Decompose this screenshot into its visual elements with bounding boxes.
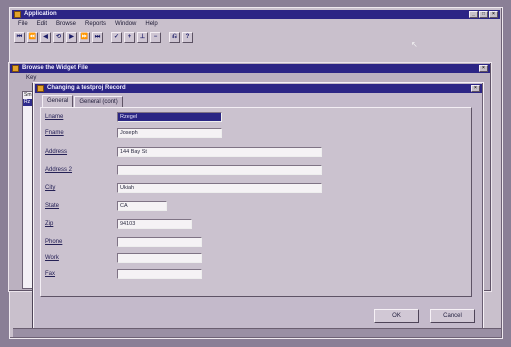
zip-field[interactable]: 94103	[117, 219, 192, 229]
menu-browse[interactable]: Browse	[56, 20, 76, 29]
last-record-button[interactable]: ⏭	[92, 32, 103, 43]
browse-title-bar[interactable]: Browse the Widget File ×	[10, 64, 490, 73]
lname-field[interactable]: Rzegel	[117, 112, 222, 122]
status-bar	[13, 328, 501, 337]
page-up-button[interactable]: ⏪	[27, 32, 38, 43]
change-button[interactable]: ⊥	[137, 32, 148, 43]
ok-button[interactable]: OK	[374, 309, 419, 323]
previous-record-button[interactable]: ◀	[40, 32, 51, 43]
work-field[interactable]	[117, 253, 202, 263]
change-record-dialog: Changing a testproj Record × General Gen…	[33, 82, 484, 330]
fname-field[interactable]: Joseph	[117, 128, 222, 138]
app-title: Application	[24, 11, 57, 17]
next-record-button[interactable]: ▶	[66, 32, 77, 43]
app-title-bar[interactable]: Application _ □ ×	[12, 10, 500, 19]
address2-label: Address 2	[45, 167, 73, 173]
menu-reports[interactable]: Reports	[85, 20, 106, 29]
browse-window-icon	[12, 65, 19, 72]
select-button[interactable]: ✓	[111, 32, 122, 43]
menu-bar: File Edit Browse Reports Window Help	[14, 20, 498, 29]
first-record-button[interactable]: ⏮	[14, 32, 25, 43]
dialog-close-button[interactable]: ×	[471, 85, 480, 92]
fname-label: Fname	[45, 130, 64, 136]
browse-close-button[interactable]: ×	[479, 65, 488, 72]
zip-label: Zip	[45, 221, 54, 227]
phone-field[interactable]	[117, 237, 202, 247]
locate-button[interactable]: ⟲	[53, 32, 64, 43]
menu-edit[interactable]: Edit	[37, 20, 47, 29]
city-field[interactable]: Ukiah	[117, 183, 322, 193]
cancel-button[interactable]: Cancel	[430, 309, 475, 323]
app-icon	[14, 11, 21, 18]
general-tab-panel: Lname Rzegel Fname Joseph Address 144 Ba…	[40, 107, 472, 297]
toolbar: ⏮ ⏪ ◀ ⟲ ▶ ⏩ ⏭ ✓ + ⊥ − ⎌ ?	[14, 31, 193, 44]
address-label: Address	[45, 149, 68, 155]
work-label: Work	[45, 255, 59, 261]
dialog-title: Changing a testproj Record	[47, 85, 126, 91]
menu-help[interactable]: Help	[145, 20, 157, 29]
city-label: City	[45, 185, 56, 191]
lname-label: Lname	[45, 114, 64, 120]
dialog-title-bar[interactable]: Changing a testproj Record ×	[35, 84, 482, 93]
address-field[interactable]: 144 Bay St	[117, 147, 322, 157]
delete-button[interactable]: −	[150, 32, 161, 43]
state-field[interactable]: CA	[117, 201, 167, 211]
browse-title: Browse the Widget File	[22, 65, 88, 71]
menu-file[interactable]: File	[18, 20, 28, 29]
dialog-tabs: General General (cont)	[42, 95, 124, 107]
page-down-button[interactable]: ⏩	[79, 32, 90, 43]
minimize-button[interactable]: _	[469, 11, 478, 18]
mouse-cursor-icon: ↖	[411, 40, 418, 49]
history-button[interactable]: ⎌	[169, 32, 180, 43]
fax-field[interactable]	[117, 269, 202, 279]
state-label: State	[45, 203, 60, 209]
dialog-icon	[37, 85, 44, 92]
address2-field[interactable]	[117, 165, 322, 175]
tab-general[interactable]: General	[42, 95, 74, 107]
fax-label: Fax	[45, 271, 56, 277]
help-button[interactable]: ?	[182, 32, 193, 43]
insert-button[interactable]: +	[124, 32, 135, 43]
maximize-button[interactable]: □	[479, 11, 488, 18]
tab-general-cont[interactable]: General (cont)	[74, 96, 123, 107]
close-button[interactable]: ×	[489, 11, 498, 18]
phone-label: Phone	[45, 239, 63, 245]
menu-window[interactable]: Window	[115, 20, 136, 29]
